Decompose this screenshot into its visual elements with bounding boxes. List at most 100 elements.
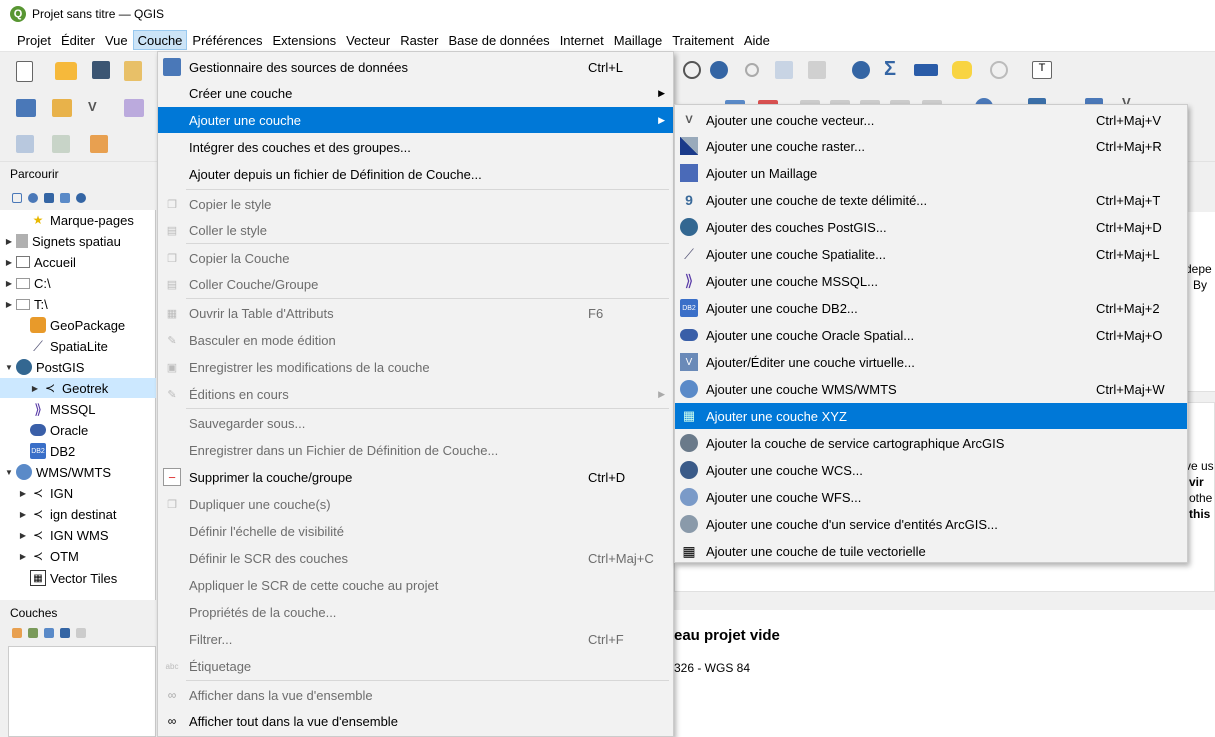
- menu-vecteur[interactable]: Vecteur: [341, 30, 395, 50]
- submenu-item-add-wfs[interactable]: Ajouter une couche WFS...: [675, 484, 1187, 510]
- menu-item-save-edits[interactable]: ▣ Enregistrer les modifications de la co…: [158, 354, 673, 380]
- menu-couche[interactable]: Couche: [132, 29, 188, 50]
- add-group-icon[interactable]: [28, 628, 38, 638]
- submenu-item-add-raster[interactable]: Ajouter une couche raster... Ctrl+Maj+R: [675, 133, 1187, 159]
- expand-arrow-icon[interactable]: ▶: [28, 384, 42, 393]
- menu-vue[interactable]: Vue: [100, 30, 133, 50]
- submenu-item-add-db2[interactable]: DB2 Ajouter une couche DB2... Ctrl+Maj+2: [675, 295, 1187, 321]
- menu-item-paste-style[interactable]: ▤ Coller le style: [158, 217, 673, 243]
- deselect-icon[interactable]: [90, 135, 108, 153]
- select-feature-icon[interactable]: [16, 135, 34, 153]
- menu-projet[interactable]: Projet: [12, 30, 56, 50]
- tree-item-otm[interactable]: ▶ ≺ OTM: [16, 546, 172, 566]
- expand-arrow-icon[interactable]: ▶: [16, 531, 30, 540]
- submenu-item-add-spatialite[interactable]: ⟋ Ajouter une couche Spatialite... Ctrl+…: [675, 241, 1187, 267]
- menu-base-de-donnees[interactable]: Base de données: [443, 30, 554, 50]
- tree-item-accueil[interactable]: ▶ Accueil: [2, 252, 158, 272]
- menu-extensions[interactable]: Extensions: [268, 30, 342, 50]
- submenu-item-add-vector[interactable]: V Ajouter une couche vecteur... Ctrl+Maj…: [675, 107, 1187, 133]
- tree-item-marque-pages[interactable]: ★ Marque-pages: [16, 210, 172, 230]
- menu-aide[interactable]: Aide: [739, 30, 775, 50]
- submenu-item-add-mesh[interactable]: Ajouter un Maillage: [675, 160, 1187, 186]
- save-project-icon[interactable]: [92, 61, 110, 79]
- tree-item-ign-destination[interactable]: ▶ ≺ ign destinat: [16, 504, 172, 524]
- select-attributes-icon[interactable]: [52, 135, 70, 153]
- expand-arrow-icon[interactable]: ▶: [16, 510, 30, 519]
- submenu-item-add-mssql[interactable]: ⟫ Ajouter une couche MSSQL...: [675, 268, 1187, 294]
- new-empty-project-label[interactable]: eau projet vide: [674, 627, 780, 644]
- submenu-item-add-arcgis-map[interactable]: Ajouter la couche de service cartographi…: [675, 430, 1187, 456]
- submenu-item-add-xyz[interactable]: ▦ Ajouter une couche XYZ: [675, 403, 1187, 429]
- stats-icon[interactable]: [808, 61, 826, 79]
- menu-item-copy-style[interactable]: ❐ Copier le style: [158, 191, 673, 217]
- expand-arrow-icon[interactable]: ▶: [16, 489, 30, 498]
- menu-item-show-all-in-overview[interactable]: ∞ Afficher tout dans la vue d'ensemble: [158, 708, 673, 734]
- collapse-all-icon[interactable]: [60, 193, 70, 203]
- text-annotation-icon[interactable]: T: [1032, 61, 1052, 79]
- annotation-icon[interactable]: [952, 61, 972, 79]
- menu-item-copy-layer[interactable]: ❐ Copier la Couche: [158, 245, 673, 271]
- menu-preferences[interactable]: Préférences: [187, 30, 267, 50]
- tree-item-geopackage[interactable]: GeoPackage: [16, 315, 172, 335]
- properties-icon[interactable]: [76, 193, 86, 203]
- identify-icon[interactable]: [990, 61, 1008, 79]
- submenu-item-add-vector-tile[interactable]: ▦ Ajouter une couche de tuile vectoriell…: [675, 538, 1187, 564]
- submenu-item-add-delimited-text[interactable]: 9 Ajouter une couche de texte délimité..…: [675, 187, 1187, 213]
- open-project-icon[interactable]: [55, 62, 77, 80]
- expand-arrow-icon[interactable]: ▶: [2, 258, 16, 267]
- submenu-item-add-oracle[interactable]: Ajouter une couche Oracle Spatial... Ctr…: [675, 322, 1187, 348]
- collapse-arrow-icon[interactable]: ▼: [2, 468, 16, 477]
- menu-item-remove-layer[interactable]: − Supprimer la couche/groupe Ctrl+D: [158, 464, 673, 490]
- menu-item-attribute-table[interactable]: ▦ Ouvrir la Table d'Attributs F6: [158, 300, 673, 326]
- expand-arrow-icon[interactable]: ▶: [2, 300, 16, 309]
- menu-item-filter[interactable]: Filtrer... Ctrl+F: [158, 626, 673, 652]
- add-selected-icon[interactable]: [12, 193, 22, 203]
- tree-item-spatialite[interactable]: ⟋ SpatiaLite: [16, 336, 172, 356]
- collapse-arrow-icon[interactable]: ▼: [2, 363, 16, 372]
- tree-item-signets[interactable]: ▶ Signets spatiau: [2, 231, 158, 251]
- add-vector-icon[interactable]: V: [88, 99, 108, 117]
- menu-traitement[interactable]: Traitement: [667, 30, 739, 50]
- submenu-item-add-virtual[interactable]: V Ajouter/Éditer une couche virtuelle...: [675, 349, 1187, 375]
- submenu-item-add-postgis[interactable]: Ajouter des couches PostGIS... Ctrl+Maj+…: [675, 214, 1187, 240]
- tree-item-t-drive[interactable]: ▶ T:\: [2, 294, 158, 314]
- style-icon[interactable]: [12, 628, 22, 638]
- menu-item-create-layer[interactable]: Créer une couche ▶: [158, 80, 673, 106]
- new-project-icon[interactable]: [16, 61, 33, 82]
- datasource-manager-icon[interactable]: [16, 99, 36, 117]
- submenu-item-add-wcs[interactable]: Ajouter une couche WCS...: [675, 457, 1187, 483]
- table-icon[interactable]: [775, 61, 793, 79]
- menu-item-apply-crs-to-project[interactable]: Appliquer le SCR de cette couche au proj…: [158, 572, 673, 598]
- menu-item-save-as[interactable]: Sauvegarder sous...: [158, 410, 673, 436]
- submenu-item-add-arcgis-feature[interactable]: Ajouter une couche d'un service d'entité…: [675, 511, 1187, 537]
- filter-legend-icon[interactable]: [60, 628, 70, 638]
- menu-item-add-layer[interactable]: Ajouter une couche ▶: [158, 107, 673, 133]
- zoom-icon[interactable]: [745, 63, 759, 77]
- menu-item-duplicate-layer[interactable]: ❐ Dupliquer une couche(s): [158, 491, 673, 517]
- tree-item-ign[interactable]: ▶ ≺ IGN: [16, 483, 172, 503]
- tree-item-vector-tiles[interactable]: ▦ Vector Tiles: [16, 568, 172, 588]
- menu-raster[interactable]: Raster: [395, 30, 443, 50]
- menu-item-save-definition[interactable]: Enregistrer dans un Fichier de Définitio…: [158, 437, 673, 463]
- menu-maillage[interactable]: Maillage: [609, 30, 667, 50]
- tree-item-ign-wms[interactable]: ▶ ≺ IGN WMS: [16, 525, 172, 545]
- tree-item-db2[interactable]: DB2 DB2: [16, 441, 172, 461]
- menu-item-current-edits[interactable]: ✎ Éditions en cours ▶: [158, 381, 673, 407]
- menu-item-scale-visibility[interactable]: Définir l'échelle de visibilité: [158, 518, 673, 544]
- menu-item-embed-layers[interactable]: Intégrer des couches et des groupes...: [158, 134, 673, 160]
- settings-gear-icon[interactable]: [852, 61, 870, 79]
- menu-item-set-layer-crs[interactable]: Définir le SCR des couches Ctrl+Maj+C: [158, 545, 673, 571]
- tree-item-wms-wmts[interactable]: ▼ WMS/WMTS: [2, 462, 158, 482]
- filter-icon[interactable]: [44, 193, 54, 203]
- measure-icon[interactable]: [914, 64, 938, 76]
- tree-item-oracle[interactable]: Oracle: [16, 420, 172, 440]
- menu-item-add-from-definition[interactable]: Ajouter depuis un fichier de Définition …: [158, 161, 673, 187]
- new-layout-icon[interactable]: [124, 61, 142, 81]
- menu-item-show-in-overview[interactable]: ∞ Afficher dans la vue d'ensemble: [158, 682, 673, 708]
- expand-arrow-icon[interactable]: ▶: [2, 237, 16, 246]
- tree-item-postgis[interactable]: ▼ PostGIS: [2, 357, 158, 377]
- refresh-icon[interactable]: [710, 61, 728, 79]
- submenu-item-add-wms[interactable]: Ajouter une couche WMS/WMTS Ctrl+Maj+W: [675, 376, 1187, 402]
- manage-themes-icon[interactable]: [44, 628, 54, 638]
- menu-item-layer-properties[interactable]: Propriétés de la couche...: [158, 599, 673, 625]
